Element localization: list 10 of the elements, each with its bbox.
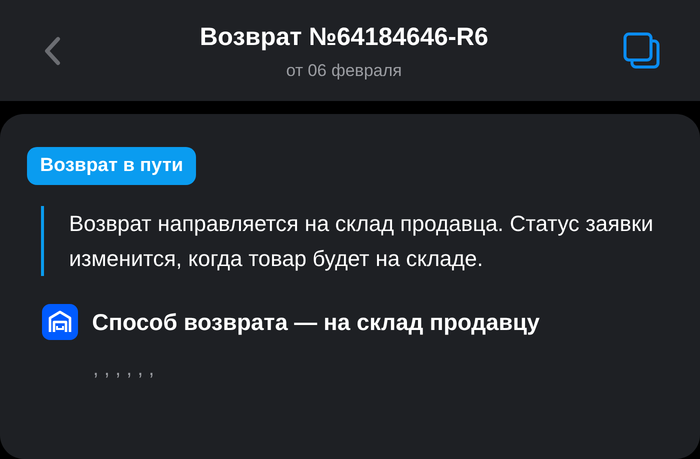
copy-icon [623,32,661,70]
copy-button[interactable] [622,30,662,70]
address-text: , , , , , , [93,357,156,382]
warehouse-icon [42,304,78,340]
page-subtitle: от 06 февраля [286,60,402,82]
status-message: Возврат направляется на склад продавца. Статус заявки изменится, когда товар будет на складе. [69,210,654,273]
back-icon [43,36,61,66]
return-method: Способ возврата — на склад продавцу [92,308,540,337]
page-title: Возврат №64184646-R6 [200,22,488,52]
status-badge: Возврат в пути [27,147,196,185]
